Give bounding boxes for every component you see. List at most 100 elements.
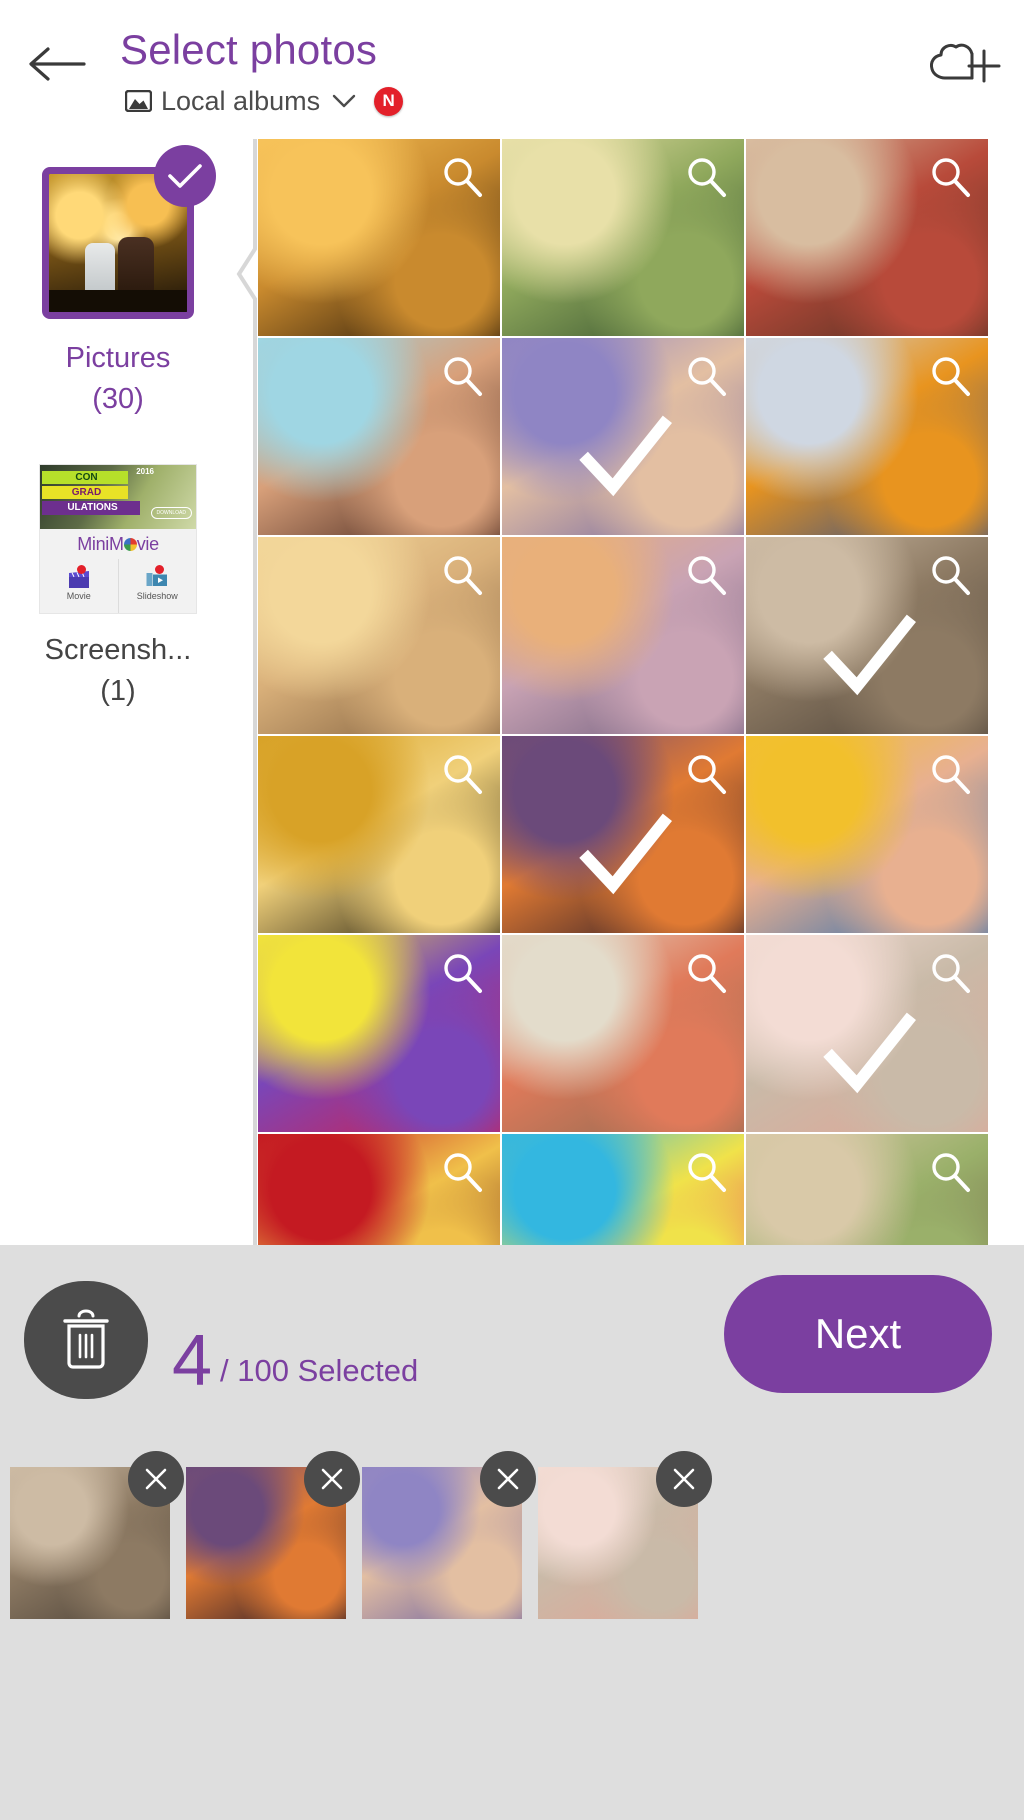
ad-action-movie[interactable]: Movie	[40, 559, 118, 613]
chevron-down-icon	[332, 94, 356, 108]
ad-brand-logo-icon	[123, 538, 137, 551]
magnifier-icon[interactable]	[684, 1150, 728, 1194]
photo-grid[interactable]	[258, 139, 988, 1245]
selected-thumbnail[interactable]	[362, 1451, 536, 1619]
minimovie-ad-card[interactable]: CON GRAD ULATIONS 2016 DOWNLOAD MiniM vie	[39, 464, 197, 614]
magnifier-icon[interactable]	[440, 1150, 484, 1194]
photo-cell[interactable]	[502, 736, 744, 933]
close-icon	[497, 1468, 519, 1490]
album-selected-check	[154, 145, 216, 207]
sidebar-album-screenshots[interactable]: CON GRAD ULATIONS 2016 DOWNLOAD MiniM vie	[0, 464, 236, 712]
remove-selection-button[interactable]	[656, 1451, 712, 1507]
trash-icon	[63, 1309, 109, 1369]
magnifier-icon[interactable]	[440, 752, 484, 796]
check-icon	[823, 1012, 916, 1094]
ad-brand: MiniM vie	[40, 529, 196, 559]
magnifier-icon[interactable]	[440, 553, 484, 597]
remove-selection-button[interactable]	[480, 1451, 536, 1507]
cover-ground	[49, 289, 187, 312]
photo-cell[interactable]	[502, 935, 744, 1132]
clapperboard-icon	[68, 571, 89, 588]
check-icon	[168, 164, 202, 188]
app-header: Select photos Local albums N	[0, 0, 1024, 139]
photo-cell[interactable]	[502, 338, 744, 535]
cloud-add-icon	[930, 43, 1001, 83]
ad-action-slideshow[interactable]: Slideshow	[117, 559, 197, 613]
close-icon	[145, 1468, 167, 1490]
magnifier-icon[interactable]	[928, 752, 972, 796]
selected-thumbnails-strip[interactable]	[0, 1443, 1024, 1820]
magnifier-icon[interactable]	[440, 951, 484, 995]
delete-selection-button[interactable]	[24, 1281, 148, 1399]
magnifier-icon[interactable]	[684, 553, 728, 597]
image-album-icon	[125, 90, 152, 112]
selected-thumbnail[interactable]	[186, 1451, 360, 1619]
selected-thumbnail[interactable]	[538, 1451, 712, 1619]
sidebar-divider	[236, 139, 258, 1245]
back-arrow-icon	[29, 47, 86, 81]
selection-count-number: 4	[172, 1321, 213, 1401]
close-icon	[321, 1468, 343, 1490]
photo-cell[interactable]	[746, 537, 988, 734]
album-source-selector[interactable]: Local albums N	[125, 84, 404, 118]
album-count: (30)	[92, 383, 144, 415]
photo-cell[interactable]	[258, 1134, 500, 1245]
magnifier-icon[interactable]	[440, 354, 484, 398]
check-icon	[823, 614, 916, 696]
album-sidebar: Pictures (30) CON GRAD ULATIONS 2016 DOW…	[0, 139, 236, 1245]
magnifier-icon[interactable]	[684, 155, 728, 199]
photo-cell[interactable]	[258, 139, 500, 336]
ad-text-line3: ULATIONS	[42, 501, 140, 515]
magnifier-icon[interactable]	[440, 155, 484, 199]
magnifier-icon[interactable]	[684, 354, 728, 398]
selected-thumbnail[interactable]	[10, 1451, 184, 1619]
magnifier-icon[interactable]	[684, 951, 728, 995]
photo-cell[interactable]	[746, 338, 988, 535]
selection-count-suffix: / 100 Selected	[220, 1353, 419, 1388]
photo-cell[interactable]	[502, 1134, 744, 1245]
remove-selection-button[interactable]	[304, 1451, 360, 1507]
sidebar-album-pictures[interactable]: Pictures (30)	[0, 139, 236, 420]
photo-cell[interactable]	[746, 139, 988, 336]
photo-cell[interactable]	[258, 338, 500, 535]
close-icon	[673, 1468, 695, 1490]
photo-cell[interactable]	[258, 537, 500, 734]
album-thumb-wrap	[42, 145, 216, 319]
album-count: (1)	[100, 675, 136, 707]
cloud-add-button[interactable]	[926, 40, 1002, 98]
photo-cell[interactable]	[746, 1134, 988, 1245]
photo-cell[interactable]	[502, 537, 744, 734]
photo-cell[interactable]	[746, 935, 988, 1132]
ad-action-slideshow-label: Slideshow	[136, 591, 178, 601]
magnifier-icon[interactable]	[928, 1150, 972, 1194]
back-button[interactable]	[26, 36, 88, 92]
check-icon	[579, 813, 672, 895]
ad-brand-pre: MiniM	[77, 534, 124, 554]
magnifier-icon[interactable]	[928, 155, 972, 199]
next-button[interactable]: Next	[724, 1275, 992, 1393]
ad-banner: CON GRAD ULATIONS 2016 DOWNLOAD	[40, 465, 196, 529]
new-badge: N	[374, 86, 404, 116]
remove-selection-button[interactable]	[128, 1451, 184, 1507]
ad-text-line1: CON	[42, 471, 128, 484]
photo-cell[interactable]	[746, 736, 988, 933]
album-name: Pictures	[65, 342, 171, 374]
album-name: Screensh...	[44, 634, 192, 666]
magnifier-icon[interactable]	[684, 752, 728, 796]
magnifier-icon[interactable]	[928, 553, 972, 597]
divider-line-icon	[236, 139, 258, 1245]
photo-cell[interactable]	[502, 139, 744, 336]
selection-panel: 4 / 100 Selected Next	[0, 1245, 1024, 1820]
photo-cell[interactable]	[258, 935, 500, 1132]
ad-year: 2016	[136, 467, 154, 476]
album-source-label: Local albums	[161, 86, 321, 116]
ad-download-button[interactable]: DOWNLOAD	[150, 507, 192, 519]
check-icon	[579, 415, 672, 497]
magnifier-icon[interactable]	[928, 354, 972, 398]
photo-cell[interactable]	[258, 736, 500, 933]
ad-actions: Movie Slideshow	[40, 559, 196, 613]
ad-slideshow-dot-icon	[155, 565, 164, 574]
ad-brand-post: vie	[136, 534, 159, 554]
magnifier-icon[interactable]	[928, 951, 972, 995]
ad-action-movie-label: Movie	[66, 591, 91, 601]
